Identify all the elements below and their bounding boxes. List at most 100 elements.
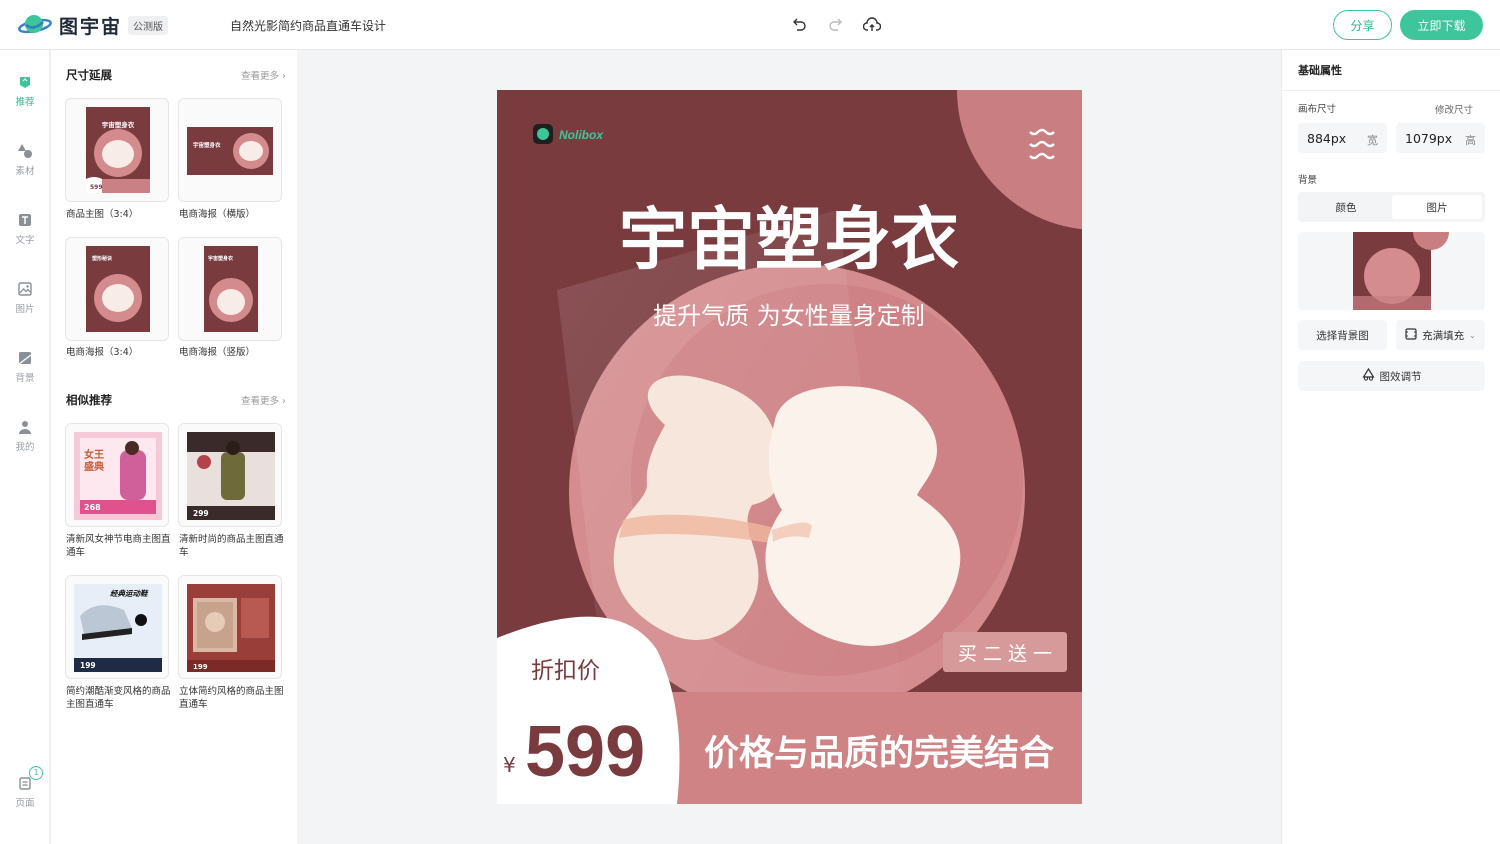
poster-brand[interactable]: Nolibox — [559, 128, 604, 142]
size-extend-title: 尺寸延展 — [66, 68, 112, 82]
chevron-right-icon: › — [282, 396, 286, 407]
poster-subtitle[interactable]: 提升气质 为女性量身定制 — [653, 302, 925, 330]
background-thumbnail — [1353, 214, 1449, 310]
thumbnail-price: 199 — [80, 661, 96, 670]
template-card-label: 电商海报（3:4） — [66, 347, 139, 358]
redo-icon[interactable] — [825, 14, 847, 36]
nav-item-background[interactable]: 背景 — [0, 350, 50, 396]
background-label: 背景 — [1298, 175, 1318, 186]
page-count-badge: 1 — [29, 766, 43, 780]
cloud-save-icon[interactable] — [861, 14, 883, 36]
thumbnail-price: 299 — [193, 509, 209, 518]
template-card-label: 立体简约风格的商品主图直通车 — [179, 686, 284, 710]
brand-name: 图宇宙 — [59, 16, 123, 38]
nav-item-material[interactable]: 素材 — [0, 143, 50, 189]
nav-item-mine[interactable]: 我的 — [0, 419, 50, 465]
thumbnail-price: 599 — [90, 184, 103, 191]
pages-icon: 1 — [17, 766, 43, 791]
template-thumbnail: 宇宙塑身衣 — [204, 246, 258, 332]
thumbnail-price: 199 — [193, 663, 208, 671]
thumbnail-subtitle: 盛典 — [84, 460, 104, 473]
poster-promo-tag[interactable]: 买 二 送 一 — [958, 643, 1052, 665]
fill-mode-label: 充满填充 — [1422, 329, 1465, 342]
nav-item-image[interactable]: 图片 — [0, 281, 50, 327]
template-card[interactable]: 经典运动鞋 199 — [65, 575, 169, 679]
template-card[interactable]: 女王 盛典 268 — [65, 423, 169, 527]
properties-panel: 基础属性 画布尺寸 修改尺寸 884px 宽 1079px 高 背景 颜色 图片… — [1281, 50, 1500, 844]
background-preview[interactable] — [1298, 214, 1485, 310]
template-card[interactable]: 塑形秘诀 — [65, 237, 169, 341]
divider — [1282, 90, 1500, 91]
similar-more-link[interactable]: 查看更多 › — [241, 393, 286, 407]
poster-canvas[interactable]: Nolibox 宇宙塑身衣 提升气质 为女性量身定制 买 二 送 一 折扣价 ¥… — [497, 90, 1082, 804]
nav-label: 图片 — [15, 304, 35, 315]
template-card-label: 电商海报（横版） — [179, 209, 256, 220]
nav-label: 背景 — [15, 373, 35, 384]
template-thumbnail: 女王 盛典 268 — [74, 432, 162, 520]
thumbnail-title: 女王 — [84, 448, 104, 461]
background-type-toggle: 颜色 图片 — [1298, 192, 1485, 222]
share-button[interactable]: 分享 — [1333, 10, 1392, 40]
template-card[interactable]: 宇宙塑身衣 — [178, 237, 282, 341]
height-field[interactable]: 1079px 高 — [1396, 123, 1485, 153]
size-extend-more-link[interactable]: 查看更多 › — [241, 68, 286, 82]
poster-price-label[interactable]: 折扣价 — [531, 658, 600, 684]
template-thumbnail: 199 — [187, 584, 275, 672]
nav-label: 文字 — [15, 235, 35, 246]
poster-currency[interactable]: ¥ — [503, 753, 516, 777]
beta-badge: 公测版 — [128, 16, 168, 35]
nav-label: 页面 — [15, 798, 35, 809]
fill-mode-select[interactable]: 充满填充 ⌄ — [1396, 320, 1485, 350]
template-thumbnail: 299 — [187, 432, 275, 520]
nav-label: 素材 — [15, 166, 35, 177]
template-card[interactable]: 299 — [178, 423, 282, 527]
poster-price[interactable]: 599 — [525, 712, 645, 792]
width-unit: 宽 — [1367, 134, 1378, 147]
choose-background-button[interactable]: 选择背景图 — [1298, 320, 1387, 350]
left-nav: 推荐 素材 文字 图片 背景 我的 1 页面 — [0, 50, 50, 844]
nav-item-text[interactable]: 文字 — [0, 212, 50, 258]
template-card[interactable]: 宇宙塑身衣 599 — [65, 98, 169, 202]
template-card[interactable]: 199 — [178, 575, 282, 679]
template-card-label: 清新时尚的商品主图直通车 — [179, 534, 284, 558]
user-icon — [17, 419, 33, 435]
undo-icon[interactable] — [788, 14, 810, 36]
product-image[interactable] — [613, 375, 961, 646]
template-thumbnail: 塑形秘诀 — [86, 246, 150, 332]
canvas-size-label: 画布尺寸 — [1298, 104, 1337, 115]
template-card[interactable]: 宇宙塑身衣 — [178, 98, 282, 202]
download-button[interactable]: 立即下载 — [1400, 10, 1483, 40]
similar-title: 相似推荐 — [66, 393, 112, 407]
poster-title[interactable]: 宇宙塑身衣 — [619, 201, 959, 280]
poster-slogan[interactable]: 价格与品质的完美结合 — [704, 733, 1054, 774]
chevron-down-icon: ⌄ — [1469, 330, 1476, 340]
image-effect-button[interactable]: 图效调节 — [1298, 361, 1485, 391]
template-thumbnail: 宇宙塑身衣 — [187, 127, 273, 175]
height-value: 1079px — [1405, 131, 1453, 146]
background-icon — [17, 350, 33, 366]
properties-title: 基础属性 — [1298, 64, 1342, 77]
thumbnail-title: 宇宙塑身衣 — [193, 141, 221, 149]
template-card-label: 商品主图（3:4） — [66, 209, 139, 220]
width-field[interactable]: 884px 宽 — [1298, 123, 1387, 153]
bg-tab-image[interactable]: 图片 — [1392, 195, 1482, 219]
shapes-icon — [17, 143, 33, 159]
thumbnail-title: 宇宙塑身衣 — [102, 120, 135, 129]
thumbnail-title: 经典运动鞋 — [110, 589, 149, 598]
bg-tab-color[interactable]: 颜色 — [1301, 195, 1391, 219]
template-thumbnail: 宇宙塑身衣 599 — [86, 107, 150, 193]
template-thumbnail: 经典运动鞋 199 — [74, 584, 162, 672]
nav-item-pages[interactable]: 1 页面 — [0, 766, 50, 821]
nav-item-recommend[interactable]: 推荐 — [0, 74, 50, 120]
modify-size-link[interactable]: 修改尺寸 — [1435, 102, 1473, 116]
poster-brand-logo-icon — [533, 124, 553, 144]
planet-logo-icon[interactable] — [18, 11, 52, 39]
thumbnail-title: 塑形秘诀 — [92, 255, 113, 262]
height-unit: 高 — [1465, 134, 1476, 147]
document-title[interactable]: 自然光影简约商品直通车设计 — [230, 17, 386, 34]
chevron-right-icon: › — [282, 71, 286, 82]
template-panel: 尺寸延展 查看更多 › 宇宙塑身衣 599 商品主图（3:4） 宇宙塑身衣 电商… — [51, 50, 297, 844]
nav-label: 我的 — [15, 442, 35, 453]
canvas-stage[interactable]: Nolibox 宇宙塑身衣 提升气质 为女性量身定制 买 二 送 一 折扣价 ¥… — [297, 50, 1281, 844]
thumbnail-title: 宇宙塑身衣 — [208, 255, 233, 262]
